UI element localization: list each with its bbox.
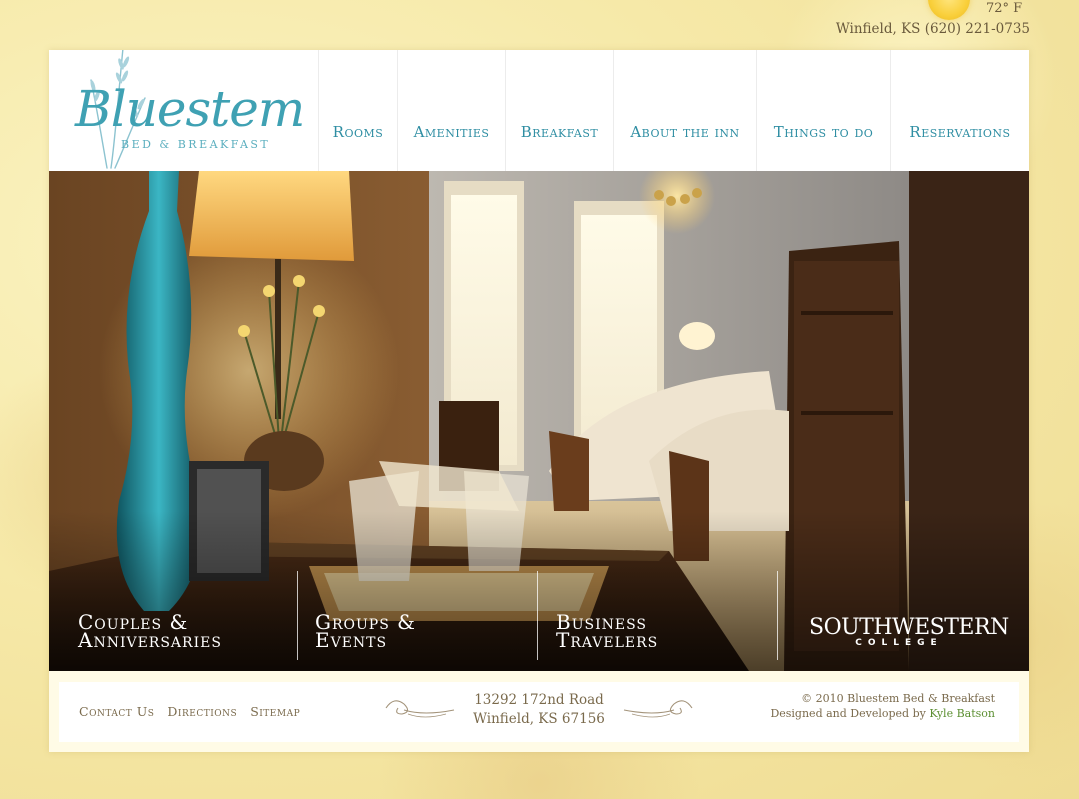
divider — [777, 571, 778, 660]
logo-subtitle: BED & BREAKFAST — [121, 138, 271, 151]
site-logo[interactable]: Bluestem BED & BREAKFAST — [49, 50, 318, 171]
footer: Contact Us Directions Sitemap 13292 172n… — [59, 682, 1019, 742]
address: 13292 172nd Road Winfield, KS 67156 — [469, 691, 609, 729]
credit-line: Designed and Developed by Kyle Batson — [770, 706, 995, 721]
flourish-left-icon — [385, 700, 455, 718]
nav-things-to-do[interactable]: Things to do — [756, 50, 890, 171]
footer-link-contact-us[interactable]: Contact Us — [79, 704, 154, 719]
hero-banner: Couples & Anniversaries Groups & Events … — [49, 171, 1029, 671]
nav-amenities[interactable]: Amenities — [397, 50, 505, 171]
logo-wordmark: Bluestem — [75, 80, 305, 138]
address-line-2: Winfield, KS 67156 — [473, 711, 605, 727]
main-nav: Rooms Amenities Breakfast About the inn … — [318, 50, 1029, 171]
copyright: © 2010 Bluestem Bed & Breakfast Designed… — [770, 691, 995, 721]
nav-rooms[interactable]: Rooms — [318, 50, 397, 171]
divider — [297, 571, 298, 660]
nav-about-the-inn[interactable]: About the inn — [613, 50, 756, 171]
location-phone: Winfield, KS (620) 221-0735 — [835, 21, 1030, 37]
divider — [537, 571, 538, 660]
link-couples-anniversaries[interactable]: Couples & Anniversaries — [78, 612, 222, 652]
nav-reservations[interactable]: Reservations — [890, 50, 1029, 171]
hero-link-line: Travelers — [556, 628, 659, 652]
credit-prefix: Designed and Developed by — [770, 707, 930, 720]
copyright-text: © 2010 Bluestem Bed & Breakfast — [801, 692, 995, 705]
hero-link-line: Anniversaries — [78, 628, 222, 652]
link-business-travelers[interactable]: Business Travelers — [556, 612, 659, 652]
header: Bluestem BED & BREAKFAST Rooms Amenities… — [49, 50, 1029, 171]
credit-link[interactable]: Kyle Batson — [929, 707, 995, 720]
footer-link-sitemap[interactable]: Sitemap — [250, 704, 300, 719]
bedroom-photo — [49, 171, 1029, 671]
main-card: Bluestem BED & BREAKFAST Rooms Amenities… — [49, 50, 1029, 752]
partner-name: SOUTHWESTERN — [809, 615, 1009, 640]
nav-breakfast[interactable]: Breakfast — [505, 50, 613, 171]
footer-link-directions[interactable]: Directions — [167, 704, 237, 719]
temperature: 72° F — [986, 1, 1023, 16]
southwestern-college-logo[interactable]: SOUTHWESTERN COLLEGE — [809, 615, 1009, 648]
footer-links: Contact Us Directions Sitemap — [79, 704, 300, 719]
link-groups-events[interactable]: Groups & Events — [315, 612, 416, 650]
address-line-1: 13292 172nd Road — [474, 692, 604, 708]
flourish-right-icon — [623, 700, 693, 718]
